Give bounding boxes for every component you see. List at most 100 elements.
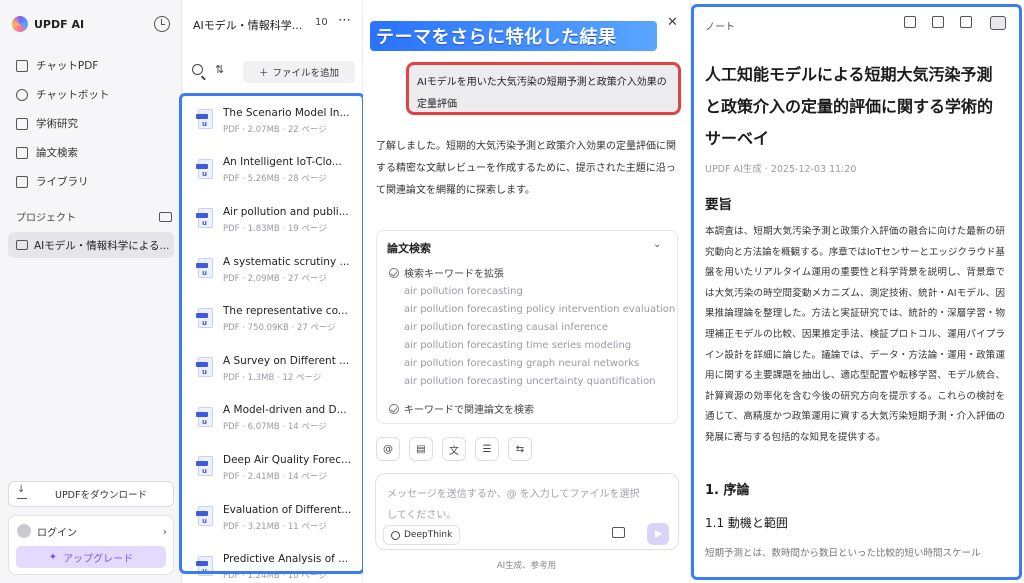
- paper-search-card: 論文検索 ⌄ 検索キーワードを拡張 air pollution forecast…: [376, 230, 678, 424]
- project-item[interactable]: AIモデル・情報科学による...: [8, 232, 174, 258]
- chevron-down-icon[interactable]: ⌄: [653, 239, 661, 250]
- sidebar-item-library[interactable]: ライブラリ: [8, 167, 174, 196]
- pdf-icon: u: [196, 158, 215, 182]
- search-icon[interactable]: [192, 64, 203, 75]
- send-button[interactable]: [647, 523, 669, 545]
- project-heading: プロジェクト: [16, 213, 76, 224]
- file-name: Evaluation of Different...: [223, 503, 352, 516]
- sidebar-item-label: 学術研究: [36, 118, 78, 130]
- pdf-icon: u: [196, 456, 215, 479]
- compare-icon[interactable]: ⇆: [508, 437, 532, 461]
- login-label: ログイン: [37, 527, 77, 539]
- login-button[interactable]: ログイン ›: [17, 523, 167, 539]
- sparkle-icon: ✦: [48, 551, 58, 563]
- account-card: ログイン › ✦ アップグレード: [8, 515, 174, 575]
- file-name: Deep Air Quality Forec...: [223, 453, 352, 466]
- translate-icon[interactable]: 文: [442, 437, 466, 461]
- summarize-icon[interactable]: ▤: [409, 437, 433, 461]
- file-item[interactable]: u A Model-driven and D... PDF · 6.07MB · …: [186, 394, 358, 444]
- sidebar-item-chat-pdf[interactable]: チャットPDF: [8, 51, 174, 80]
- summary-text: 本調査は、短期大気汚染予測と政策介入評価の融合に向けた最新の研究動向と方法論を概…: [705, 226, 1005, 443]
- sidebar-item-label: チャットPDF: [36, 60, 99, 72]
- assistant-message: 了解しました。短期的大気汚染予測と政策介入効果の定量評価に関する精密な文献レビュ…: [376, 141, 676, 196]
- deepthink-toggle[interactable]: DeepThink: [383, 525, 461, 545]
- file-name: The Scenario Model In...: [223, 106, 350, 119]
- sidebar-item-academic[interactable]: 学術研究: [8, 109, 174, 138]
- note-title: 人工知能モデルによる短期大気汚染予測と政策介入の定量的評価に関する学術的サーベイ: [705, 65, 994, 148]
- keyword: air pollution forecasting policy interve…: [404, 304, 676, 315]
- file-item[interactable]: u A systematic scrutiny ... PDF · 2.09MB …: [186, 245, 358, 295]
- expand-icon[interactable]: [960, 16, 972, 28]
- new-folder-icon[interactable]: [159, 211, 172, 222]
- chat-tools: @ ▤ 文 ☰ ⇆: [376, 437, 532, 461]
- add-file-button[interactable]: ＋ ファイルを追加: [243, 61, 355, 83]
- search-card-title: 論文検索: [387, 242, 431, 255]
- message-placeholder: メッセージを送信するか、@ を入力してファイルを選択してください。: [387, 489, 640, 521]
- section-text: 短期予測とは、数時間から数日といった比較的短い時間スケール: [705, 548, 981, 559]
- file-name: A Survey on Different ...: [223, 354, 350, 367]
- file-name: A Model-driven and D...: [223, 404, 347, 417]
- summary-heading: 要旨: [705, 197, 732, 213]
- sidebar-item-paper-search[interactable]: 論文検索: [8, 138, 174, 167]
- download-icon: [17, 484, 27, 499]
- mention-icon[interactable]: @: [376, 437, 400, 461]
- avatar: [17, 524, 31, 538]
- file-item[interactable]: u Predictive Analysis of ... PDF · 1.24MB…: [186, 542, 358, 583]
- chevron-right-icon: ›: [162, 524, 167, 538]
- outline-icon[interactable]: ☰: [475, 437, 499, 461]
- pdf-icon: u: [196, 406, 215, 430]
- project-title: AIモデル・情報科学...: [193, 19, 303, 32]
- message-input[interactable]: メッセージを送信するか、@ を入力してファイルを選択してください。 DeepTh…: [375, 473, 679, 550]
- file-meta: PDF · 750.09KB · 27 ページ: [223, 323, 336, 334]
- library-icon: [16, 175, 28, 188]
- sort-icon[interactable]: ⇅: [215, 63, 224, 76]
- note-meta: UPDF AI生成 · 2025-12-03 11:20: [705, 164, 857, 175]
- search-step-label: 検索キーワードを拡張: [404, 269, 504, 280]
- file-meta: PDF · 3.21MB · 11 ページ: [223, 521, 327, 532]
- file-name: The representative co...: [223, 305, 348, 318]
- file-item[interactable]: u Deep Air Quality Forec... PDF · 2.41MB …: [186, 443, 358, 493]
- ai-disclaimer: AI生成、参考用: [496, 561, 557, 571]
- copy-icon[interactable]: [904, 16, 916, 28]
- pdf-icon: u: [196, 555, 215, 579]
- file-list: u The Scenario Model In... PDF · 2.07MB ·…: [186, 96, 358, 583]
- deepthink-icon: [391, 530, 400, 540]
- pdf-icon: u: [196, 208, 215, 231]
- sidebar-item-label: 論文検索: [36, 147, 78, 159]
- add-file-label: ファイルを追加: [272, 68, 340, 79]
- file-name: A systematic scrutiny ...: [223, 255, 350, 268]
- file-meta: PDF · 2.41MB · 14 ページ: [223, 471, 327, 482]
- upgrade-button[interactable]: ✦ アップグレード: [16, 546, 166, 568]
- chatbot-icon: [16, 88, 28, 101]
- sidebar-item-chatbot[interactable]: チャットボット: [8, 80, 174, 109]
- panel-toggle-icon[interactable]: [990, 16, 1006, 30]
- more-icon[interactable]: ⋯: [338, 13, 352, 28]
- download-icon[interactable]: [932, 16, 944, 28]
- paper-search-icon: [16, 146, 28, 159]
- file-item[interactable]: u Evaluation of Different... PDF · 3.21MB…: [186, 493, 358, 543]
- file-item[interactable]: u Air pollution and publi... PDF · 1.83MB…: [186, 195, 358, 245]
- history-icon[interactable]: [154, 16, 170, 32]
- keyword: air pollution forecasting graph neural n…: [404, 358, 640, 369]
- graduation-icon: [16, 117, 28, 130]
- download-updf-button[interactable]: UPDFをダウンロード: [8, 481, 174, 507]
- file-meta: PDF · 2.09MB · 27 ページ: [223, 273, 327, 284]
- brand[interactable]: UPDF AI: [12, 14, 84, 34]
- file-name: Predictive Analysis of ...: [223, 553, 349, 566]
- file-item[interactable]: u The representative co... PDF · 750.09KB…: [186, 294, 358, 344]
- close-icon[interactable]: ✕: [667, 15, 678, 30]
- file-item[interactable]: u A Survey on Different ... PDF · 1.3MB ·…: [186, 344, 358, 394]
- keyword: air pollution forecasting time series mo…: [404, 340, 632, 351]
- file-item[interactable]: u An Intelligent IoT-Clo... PDF · 5.26MB …: [186, 146, 358, 196]
- note-label: ノート: [705, 22, 735, 33]
- subsection-heading: 1.1 動機と範囲: [705, 516, 788, 530]
- search-step: 検索キーワードを拡張: [389, 265, 504, 280]
- project-item-label: AIモデル・情報科学による...: [34, 239, 170, 252]
- image-upload-icon[interactable]: [612, 527, 625, 538]
- file-count: 10: [315, 17, 328, 28]
- upgrade-label: アップグレード: [63, 553, 134, 565]
- file-item[interactable]: u The Scenario Model In... PDF · 2.07MB ·…: [186, 96, 358, 146]
- pdf-icon: u: [196, 506, 215, 529]
- sidebar: UPDF AI チャットPDF チャットボット 学術研究 論文検索 ライブラリ …: [0, 0, 182, 583]
- search-step-label: キーワードで関連論文を検索: [404, 405, 534, 416]
